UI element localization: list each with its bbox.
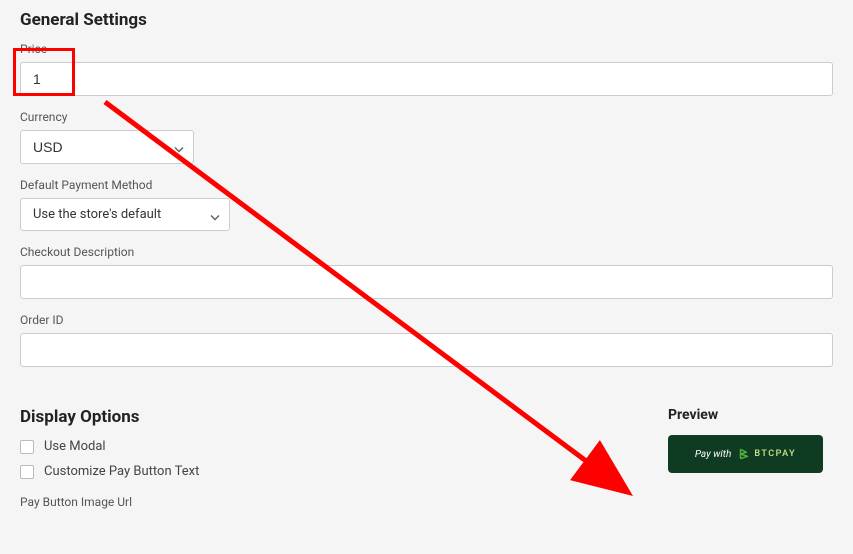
checkout-desc-group: Checkout Description bbox=[20, 245, 833, 299]
btcpay-icon bbox=[737, 447, 751, 461]
pay-with-text: Pay with bbox=[695, 449, 731, 460]
checkout-desc-label: Checkout Description bbox=[20, 245, 833, 259]
btcpay-logo-text: BTCPAY bbox=[754, 449, 796, 459]
display-options-heading: Display Options bbox=[20, 407, 638, 427]
button-image-url-label: Pay Button Image Url bbox=[20, 495, 638, 509]
checkout-desc-input[interactable] bbox=[20, 265, 833, 299]
payment-method-group: Default Payment Method Use the store's d… bbox=[20, 178, 833, 231]
customize-text-checkbox[interactable] bbox=[20, 465, 34, 479]
general-settings-heading: General Settings bbox=[20, 10, 833, 30]
price-label: Price bbox=[20, 42, 833, 56]
order-id-input[interactable] bbox=[20, 333, 833, 367]
price-input[interactable] bbox=[20, 62, 833, 96]
order-id-label: Order ID bbox=[20, 313, 833, 327]
payment-method-select[interactable]: Use the store's default bbox=[20, 198, 230, 231]
payment-method-label: Default Payment Method bbox=[20, 178, 833, 192]
currency-group: Currency bbox=[20, 110, 833, 164]
preview-heading: Preview bbox=[668, 407, 833, 423]
customize-text-row: Customize Pay Button Text bbox=[20, 464, 638, 479]
pay-button-preview[interactable]: Pay with BTCPAY bbox=[668, 435, 823, 473]
customize-text-label: Customize Pay Button Text bbox=[44, 464, 199, 479]
use-modal-label: Use Modal bbox=[44, 439, 106, 454]
use-modal-checkbox[interactable] bbox=[20, 440, 34, 454]
order-id-group: Order ID bbox=[20, 313, 833, 367]
btcpay-logo: BTCPAY bbox=[737, 447, 796, 461]
price-group: Price bbox=[20, 42, 833, 96]
currency-input[interactable] bbox=[20, 130, 194, 164]
preview-section: Preview Pay with BTCPAY bbox=[668, 407, 833, 473]
currency-label: Currency bbox=[20, 110, 833, 124]
use-modal-row: Use Modal bbox=[20, 439, 638, 454]
